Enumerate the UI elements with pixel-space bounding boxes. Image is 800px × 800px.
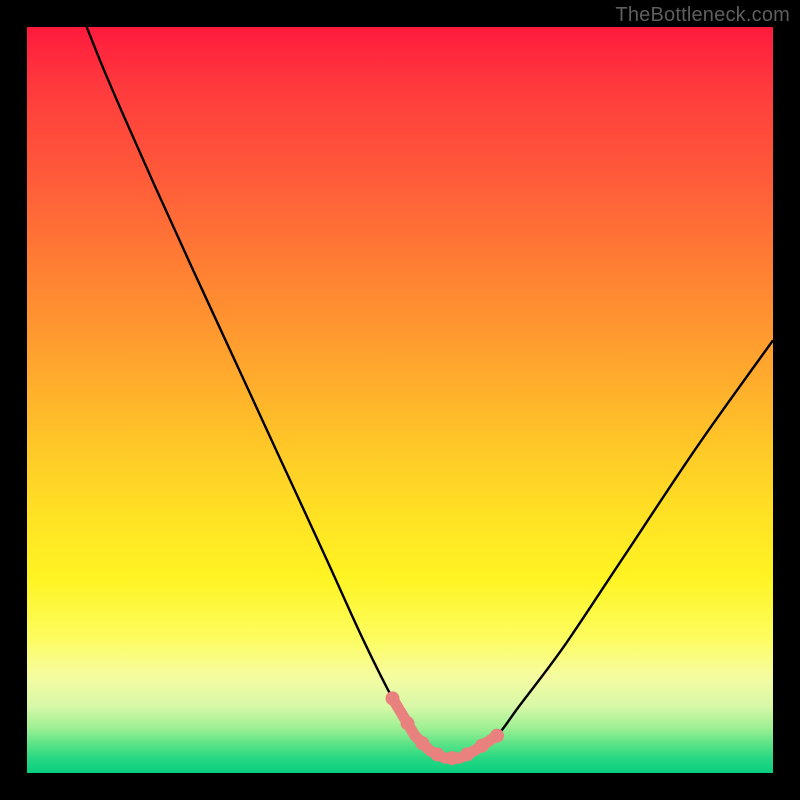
trough-markers — [386, 691, 505, 765]
trough-marker — [445, 751, 459, 765]
watermark-text: TheBottleneck.com — [615, 4, 790, 27]
bottleneck-curve-svg — [27, 27, 773, 773]
trough-marker — [460, 747, 474, 761]
chart-frame: TheBottleneck.com — [0, 0, 800, 800]
plot-area — [27, 27, 773, 773]
trough-marker — [430, 747, 444, 761]
trough-marker — [401, 716, 415, 730]
curve-line — [87, 27, 773, 759]
trough-marker — [386, 691, 400, 705]
trough-marker — [490, 729, 504, 743]
trough-marker — [475, 739, 489, 753]
trough-marker — [415, 736, 429, 750]
bottleneck-curve — [87, 27, 773, 765]
